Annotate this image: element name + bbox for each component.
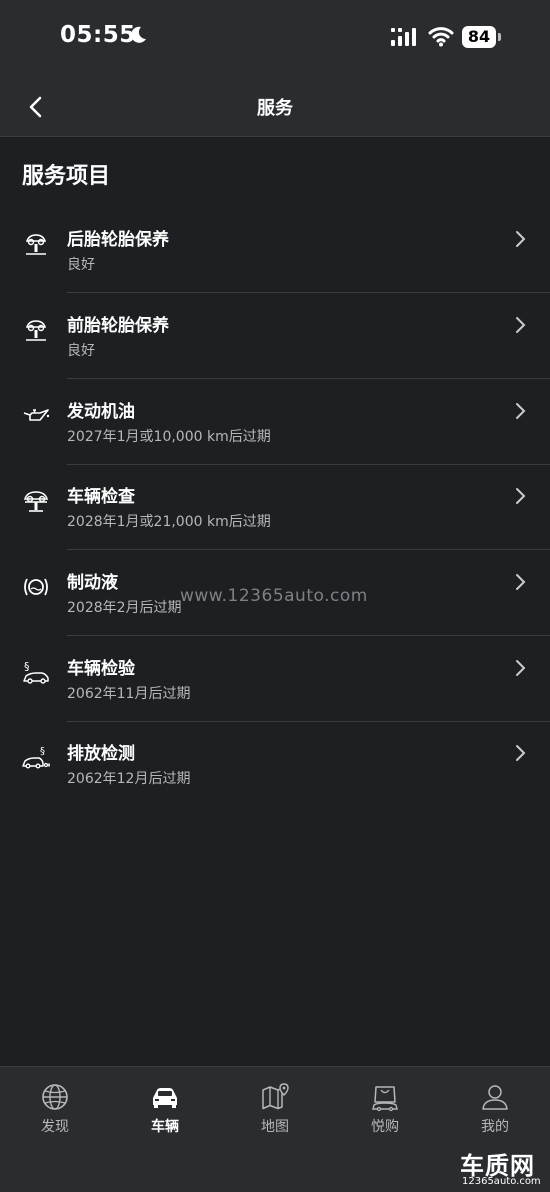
item-status: 良好: [67, 257, 95, 273]
service-item-emission-test[interactable]: § 排放检测 2062年12月后过期: [0, 722, 550, 807]
item-status: 2062年12月后过期: [67, 771, 191, 787]
tab-vehicle[interactable]: 车辆: [110, 1082, 220, 1142]
item-title: 制动液: [67, 573, 118, 593]
item-title: 前胎轮胎保养: [67, 316, 169, 336]
section-title: 服务项目: [22, 164, 111, 189]
map-icon: [262, 1083, 289, 1110]
tab-shop[interactable]: 悦购: [330, 1082, 440, 1142]
service-item-front-tire[interactable]: 前胎轮胎保养 良好: [0, 294, 550, 379]
item-title: 排放检测: [67, 744, 135, 764]
emission-test-icon: §: [22, 746, 50, 769]
divider: [67, 292, 550, 293]
chevron-right-icon: [516, 317, 526, 333]
service-item-vehicle-inspection[interactable]: § 车辆检验 2062年11月后过期: [0, 637, 550, 722]
service-item-engine-oil[interactable]: 发动机油 2027年1月或10,000 km后过期: [0, 380, 550, 465]
service-item-rear-tire[interactable]: 后胎轮胎保养 良好: [0, 208, 550, 293]
item-title: 发动机油: [67, 402, 135, 422]
chevron-right-icon: [516, 745, 526, 761]
item-status: 良好: [67, 343, 95, 359]
tab-map[interactable]: 地图: [220, 1082, 330, 1142]
status-time: 05:55: [60, 22, 136, 48]
divider: [67, 378, 550, 379]
wifi-icon: [428, 27, 454, 47]
tab-label: 我的: [481, 1119, 509, 1135]
tab-label: 悦购: [371, 1119, 399, 1135]
watermark: www.12365auto.com: [180, 586, 368, 606]
battery-nub: [498, 33, 501, 41]
brake-fluid-icon: [24, 578, 48, 596]
item-status: 2028年1月或21,000 km后过期: [67, 514, 271, 530]
item-title: 后胎轮胎保养: [67, 230, 169, 250]
svg-text:§: §: [24, 660, 30, 673]
item-status: 2062年11月后过期: [67, 686, 191, 702]
chevron-right-icon: [516, 574, 526, 590]
oil-can-icon: [23, 409, 50, 421]
svg-text:§: §: [40, 746, 45, 757]
globe-icon: [42, 1084, 68, 1110]
battery-indicator: 84: [462, 26, 496, 48]
page-title: 服务: [257, 98, 293, 119]
tab-label: 地图: [261, 1119, 289, 1135]
tab-label: 发现: [41, 1119, 69, 1135]
tire-lift-icon: [25, 320, 47, 341]
car-icon: [153, 1088, 177, 1108]
chevron-right-icon: [516, 403, 526, 419]
signal-icon: [391, 28, 416, 46]
item-status: 2027年1月或10,000 km后过期: [67, 429, 271, 445]
site-logo-url: 12365auto.com: [462, 1176, 541, 1187]
item-status: 2028年2月后过期: [67, 600, 182, 616]
shopping-bag-icon: [372, 1086, 398, 1112]
item-title: 车辆检验: [67, 659, 135, 679]
moon-icon: [131, 26, 146, 43]
person-icon: [482, 1085, 508, 1110]
chevron-right-icon: [516, 488, 526, 504]
car-lift-icon: [23, 491, 49, 512]
divider: [67, 549, 550, 550]
tab-profile[interactable]: 我的: [440, 1082, 550, 1142]
chevron-right-icon: [516, 231, 526, 247]
service-item-vehicle-check[interactable]: 车辆检查 2028年1月或21,000 km后过期: [0, 465, 550, 550]
tab-discover[interactable]: 发现: [0, 1082, 110, 1142]
car-inspection-icon: §: [23, 660, 49, 684]
tab-label: 车辆: [151, 1119, 179, 1135]
chevron-right-icon: [516, 660, 526, 676]
tire-lift-icon: [25, 234, 47, 255]
divider: [67, 635, 550, 636]
item-title: 车辆检查: [67, 487, 135, 507]
